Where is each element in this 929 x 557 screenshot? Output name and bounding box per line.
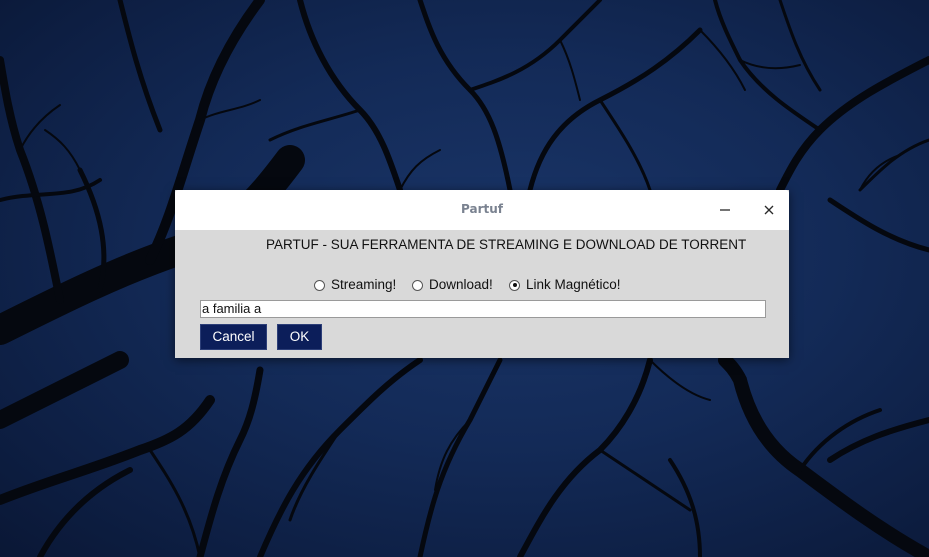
radio-button-icon[interactable]	[412, 279, 423, 291]
ok-button[interactable]: OK	[277, 324, 322, 350]
radio-label: Streaming!	[331, 276, 397, 292]
radio-magnet-link[interactable]: Link Magnético!	[509, 276, 621, 292]
radio-download[interactable]: Download!	[412, 276, 493, 292]
partuf-dialog: Partuf PARTUF - SUA FERRAMENTA DE STREAM…	[175, 190, 789, 358]
search-input[interactable]	[200, 300, 766, 318]
cancel-button[interactable]: Cancel	[200, 324, 267, 350]
window-title: Partuf	[461, 202, 503, 216]
radio-label: Download!	[429, 276, 493, 292]
app-heading: PARTUF - SUA FERRAMENTA DE STREAMING E D…	[266, 237, 747, 252]
minimize-button[interactable]	[714, 199, 736, 221]
radio-label: Link Magnético!	[526, 276, 621, 292]
radio-button-checked-icon[interactable]	[509, 279, 520, 291]
radio-streaming[interactable]: Streaming!	[314, 276, 396, 292]
radio-button-icon[interactable]	[314, 279, 325, 291]
title-bar[interactable]: Partuf	[175, 190, 789, 230]
minimize-icon	[720, 209, 730, 211]
close-button[interactable]	[758, 199, 780, 221]
close-icon	[764, 205, 774, 215]
